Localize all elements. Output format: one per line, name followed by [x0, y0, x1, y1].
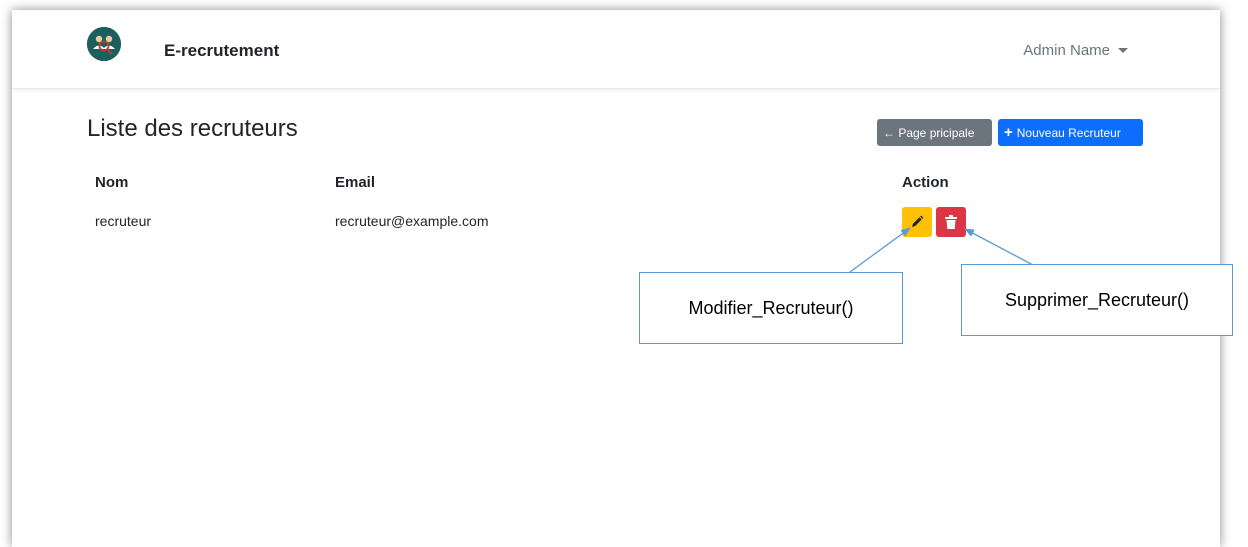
- logo-graphic: [87, 27, 121, 61]
- recruiter-name-cell: recruteur: [95, 213, 152, 229]
- back-button-label: ← Page pricipale: [883, 125, 975, 140]
- edit-callout-arrow: [849, 227, 911, 273]
- recruiter-email-cell: recruteur@example.com: [335, 213, 489, 229]
- delete-annotation-callout: Supprimer_Recruteur(): [961, 264, 1233, 336]
- delete-recruiter-button[interactable]: [936, 207, 966, 237]
- column-header-name: Nom: [95, 174, 129, 191]
- page-title: Liste des recruteurs: [87, 115, 298, 142]
- new-recruiter-button[interactable]: + Nouveau Recruteur: [998, 119, 1143, 146]
- column-header-email: Email: [335, 174, 376, 191]
- delete-annotation-text: Supprimer_Recruteur(): [1004, 289, 1190, 310]
- caret-down-icon: [1118, 48, 1128, 53]
- user-name: Admin Name: [1023, 42, 1110, 59]
- pencil-icon: [912, 215, 924, 227]
- plus-icon: +: [1004, 124, 1013, 141]
- trash-icon: [945, 215, 957, 229]
- edit-annotation-callout: Modifier_Recruteur(): [639, 272, 903, 344]
- edit-recruiter-button[interactable]: [902, 207, 932, 237]
- edit-annotation-text: Modifier_Recruteur(): [688, 297, 854, 318]
- brand-name[interactable]: E-recrutement: [164, 41, 279, 61]
- new-recruiter-label: Nouveau Recruteur: [1016, 125, 1121, 140]
- recruiter-logo-icon[interactable]: [87, 27, 121, 61]
- back-to-home-button[interactable]: ← Page pricipale: [877, 119, 992, 146]
- top-navbar: E-recrutement Admin Name: [12, 10, 1220, 89]
- user-menu-dropdown[interactable]: Admin Name: [1023, 42, 1128, 59]
- column-header-action: Action: [902, 174, 949, 191]
